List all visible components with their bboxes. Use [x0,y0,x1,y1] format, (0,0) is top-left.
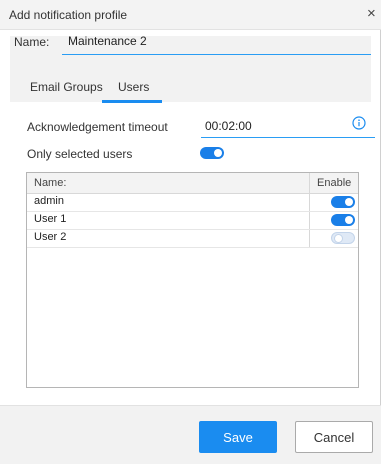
column-header-enable[interactable]: Enable [317,177,351,189]
info-icon[interactable] [352,116,366,130]
tab-email-groups[interactable]: Email Groups [30,80,103,102]
toggle-knob [345,198,353,206]
tab-users[interactable]: Users [118,80,149,102]
table-row[interactable]: User 1 [27,211,358,230]
name-label: Name: [14,35,50,49]
table-row[interactable]: User 2 [27,229,358,248]
dialog-title: Add notification profile [9,8,128,22]
active-tab-indicator [102,100,162,103]
user-enable-toggle[interactable] [331,196,355,208]
notification-profile-dialog: Add notification profile × Name: Email G… [0,0,381,464]
toggle-knob [334,234,343,243]
user-name: admin [34,195,64,207]
user-enable-toggle[interactable] [331,214,355,226]
toggle-knob [214,149,222,157]
dialog-footer: Save Cancel [0,405,381,464]
users-table: Name: Enable admin User 1 User 2 [26,172,359,388]
toggle-knob [345,216,353,224]
close-icon[interactable]: × [367,6,381,22]
acknowledgement-timeout-label: Acknowledgement timeout [27,120,168,134]
table-row[interactable]: admin [27,193,358,212]
user-name: User 2 [34,231,67,243]
cancel-button[interactable]: Cancel [295,421,373,453]
only-selected-users-toggle[interactable] [200,147,224,159]
acknowledgement-timeout-input[interactable] [201,114,375,138]
user-name: User 1 [34,213,67,225]
save-button[interactable]: Save [199,421,277,453]
only-selected-users-label: Only selected users [27,147,133,161]
dialog-titlebar: Add notification profile × [0,0,381,30]
name-input[interactable] [62,27,371,55]
column-header-name[interactable]: Name: [34,177,66,189]
user-enable-toggle[interactable] [331,232,355,244]
